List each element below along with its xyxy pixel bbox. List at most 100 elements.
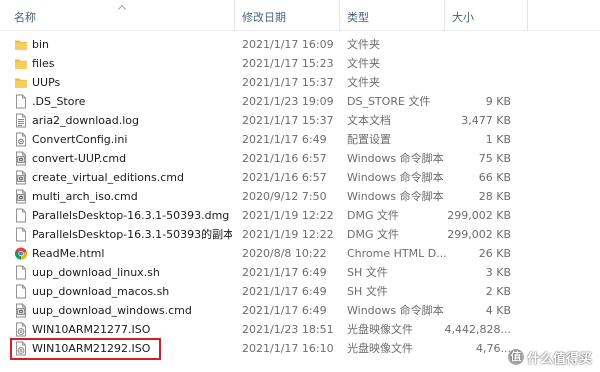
file-name: aria2_download.log	[32, 114, 140, 127]
file-name: ConvertConfig.ini	[32, 133, 128, 146]
column-divider[interactable]	[527, 0, 528, 31]
file-name: UUPs	[32, 76, 61, 89]
file-name: create_virtual_editions.cmd	[32, 171, 184, 184]
file-row[interactable]: uup_download_linux.sh 2021/1/17 6:49 SH 文件…	[0, 263, 600, 282]
file-modified-date: 2021/1/17 15:23	[242, 57, 334, 70]
file-size: 2 KB	[485, 285, 511, 298]
config-file-icon	[14, 132, 28, 147]
script-file-icon	[14, 151, 28, 166]
file-size: 75 KB	[478, 152, 511, 165]
file-name: bin	[32, 38, 50, 51]
file-modified-date: 2020/8/8 10:22	[242, 247, 327, 260]
file-size: 299,002 KB	[447, 228, 511, 241]
file-explorer-window: 名称 修改日期 类型 大小 bin 2021/1/17 16:09 文件夹 files…	[0, 0, 600, 372]
sort-ascending-icon	[118, 4, 126, 10]
column-header-type[interactable]: 类型	[347, 0, 369, 31]
watermark: 值 什么值得买	[507, 348, 592, 367]
file-size: 1 KB	[485, 133, 511, 146]
file-type: 文本文档	[347, 114, 391, 127]
folder-icon	[14, 75, 28, 90]
file-name: uup_download_linux.sh	[32, 266, 160, 279]
highlight-annotation-box	[10, 338, 161, 360]
file-type: Windows 命令脚本	[347, 304, 444, 317]
file-type: SH 文件	[347, 285, 388, 298]
file-type: Chrome HTML D...	[347, 247, 447, 260]
column-divider[interactable]	[234, 0, 235, 31]
file-list: bin 2021/1/17 16:09 文件夹 files 2021/1/17 15:2…	[0, 35, 600, 358]
file-row[interactable]: uup_download_windows.cmd 2021/1/17 6:49 Wi…	[0, 301, 600, 320]
file-type: 光盘映像文件	[347, 323, 413, 336]
file-type: DMG 文件	[347, 209, 399, 222]
file-row[interactable]: .DS_Store 2021/1/23 19:09 DS_STORE 文件 9 KB	[0, 92, 600, 111]
file-row[interactable]: create_virtual_editions.cmd 2021/1/16 6:5…	[0, 168, 600, 187]
column-divider[interactable]	[444, 0, 445, 31]
script-file-icon	[14, 170, 28, 185]
file-row[interactable]: bin 2021/1/17 16:09 文件夹	[0, 35, 600, 54]
watermark-text: 什么值得买	[526, 351, 592, 367]
file-row[interactable]: WIN10ARM21277.ISO 2021/1/23 18:51 光盘映像文件 4,…	[0, 320, 600, 339]
file-type: 文件夹	[347, 38, 380, 51]
file-name: convert-UUP.cmd	[32, 152, 127, 165]
file-row[interactable]: convert-UUP.cmd 2021/1/16 6:57 Windows 命令脚…	[0, 149, 600, 168]
column-header-name[interactable]: 名称	[14, 0, 36, 31]
file-size: 299,002 KB	[447, 209, 511, 222]
file-size: 4,442,828...	[444, 323, 511, 336]
file-row[interactable]: ParallelsDesktop-16.3.1-50393.dmg 2021/1/…	[0, 206, 600, 225]
file-modified-date: 2021/1/17 15:37	[242, 76, 334, 89]
blank-file-icon	[14, 94, 28, 109]
file-row[interactable]: ReadMe.html 2020/8/8 10:22 Chrome HTML D..…	[0, 244, 600, 263]
file-type: Windows 命令脚本	[347, 190, 444, 203]
blank-file-icon	[14, 208, 28, 223]
file-name: ParallelsDesktop-16.3.1-50393.dmg	[32, 209, 230, 222]
file-size: 3,477 KB	[461, 114, 511, 127]
file-modified-date: 2020/9/12 7:50	[242, 190, 327, 203]
file-type: SH 文件	[347, 266, 388, 279]
column-header-bar: 名称 修改日期 类型 大小	[0, 0, 600, 31]
file-row[interactable]: files 2021/1/17 15:23 文件夹	[0, 54, 600, 73]
blank-file-icon	[14, 227, 28, 242]
file-size: 9 KB	[485, 95, 511, 108]
file-name: uup_download_windows.cmd	[32, 304, 192, 317]
disc-image-icon	[14, 322, 28, 337]
file-name: WIN10ARM21277.ISO	[32, 323, 151, 336]
file-modified-date: 2021/1/17 6:49	[242, 285, 327, 298]
script-file-icon	[14, 189, 28, 204]
blank-file-icon	[14, 284, 28, 299]
file-row[interactable]: UUPs 2021/1/17 15:37 文件夹	[0, 73, 600, 92]
file-row[interactable]: ConvertConfig.ini 2021/1/17 6:49 配置设置 1 KB	[0, 130, 600, 149]
file-modified-date: 2021/1/17 6:49	[242, 304, 327, 317]
file-size: 26 KB	[478, 247, 511, 260]
file-type: DMG 文件	[347, 228, 399, 241]
file-type: DS_STORE 文件	[347, 95, 431, 108]
file-type: 文件夹	[347, 76, 380, 89]
column-divider[interactable]	[339, 0, 340, 31]
chrome-icon	[14, 246, 28, 261]
folder-icon	[14, 56, 28, 71]
file-row[interactable]: ParallelsDesktop-16.3.1-50393的副本.... 2021…	[0, 225, 600, 244]
file-row[interactable]: multi_arch_iso.cmd 2020/9/12 7:50 Windows …	[0, 187, 600, 206]
file-size: 3 KB	[485, 266, 511, 279]
file-row[interactable]: uup_download_macos.sh 2021/1/17 6:49 SH 文件…	[0, 282, 600, 301]
file-name: files	[32, 57, 55, 70]
column-header-date[interactable]: 修改日期	[242, 0, 286, 31]
file-row[interactable]: aria2_download.log 2021/1/17 15:37 文本文档 3,4…	[0, 111, 600, 130]
file-size: 28 KB	[478, 190, 511, 203]
file-modified-date: 2021/1/17 16:09	[242, 38, 334, 51]
file-type: 光盘映像文件	[347, 342, 413, 355]
file-type: 文件夹	[347, 57, 380, 70]
column-header-size[interactable]: 大小	[452, 0, 474, 31]
file-modified-date: 2021/1/17 6:49	[242, 133, 327, 146]
file-name: multi_arch_iso.cmd	[32, 190, 138, 203]
file-modified-date: 2021/1/17 15:37	[242, 114, 334, 127]
text-file-icon	[14, 113, 28, 128]
watermark-logo-icon: 值	[507, 349, 524, 365]
file-modified-date: 2021/1/16 6:57	[242, 171, 327, 184]
script-file-icon	[14, 303, 28, 318]
file-modified-date: 2021/1/17 16:10	[242, 342, 334, 355]
file-name: ParallelsDesktop-16.3.1-50393的副本....	[32, 228, 232, 241]
file-name: ReadMe.html	[32, 247, 105, 260]
file-type: 配置设置	[347, 133, 391, 146]
file-type: Windows 命令脚本	[347, 152, 444, 165]
file-modified-date: 2021/1/19 12:22	[242, 228, 334, 241]
file-name: uup_download_macos.sh	[32, 285, 170, 298]
